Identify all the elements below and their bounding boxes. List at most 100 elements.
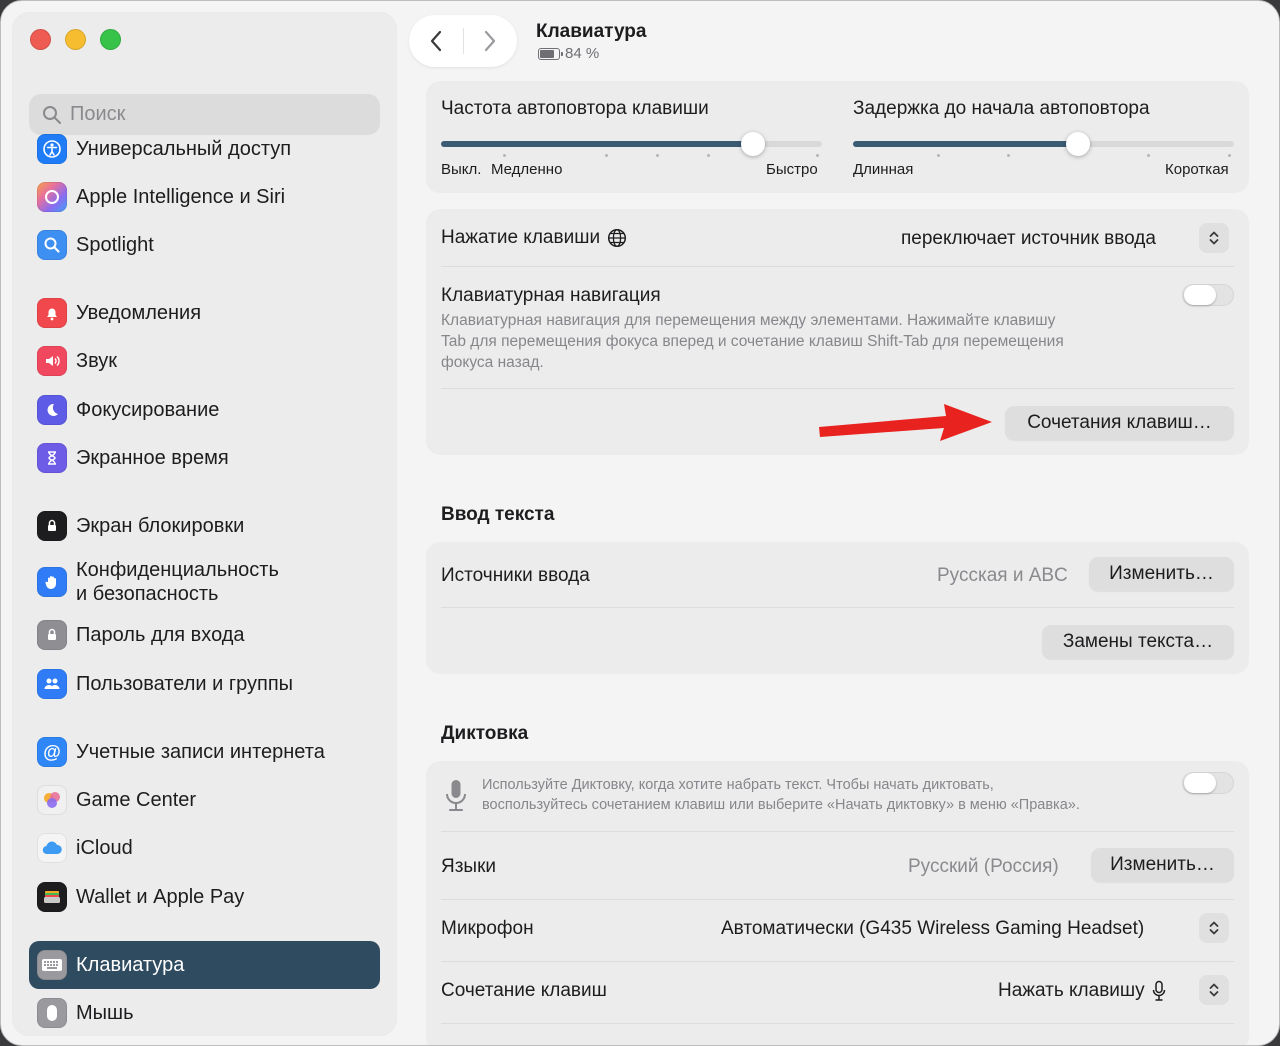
- keyboard-navigation-label: Клавиатурная навигация: [441, 285, 661, 306]
- sidebar-item-sound[interactable]: Звук: [29, 337, 380, 385]
- slider-knob[interactable]: [1066, 132, 1090, 156]
- keyboard-navigation-toggle[interactable]: [1182, 284, 1234, 306]
- microphone-value[interactable]: Автоматически (G435 Wireless Gaming Head…: [721, 918, 1144, 940]
- repeat-rate-slow-label: Медленно: [491, 161, 563, 178]
- search-placeholder: Поиск: [70, 103, 126, 125]
- sidebar-item-internet-accounts[interactable]: @ Учетные записи интернета: [29, 728, 380, 776]
- battery-percent: 84 %: [565, 45, 600, 62]
- input-sources-label: Источники ввода: [441, 565, 590, 586]
- sidebar-item-label: Универсальный доступ: [76, 138, 292, 160]
- key-press-row: Нажатие клавиши: [441, 227, 627, 249]
- sidebar-item-label: Уведомления: [76, 302, 202, 324]
- slider-fill: [441, 141, 753, 147]
- slider-tick: [816, 154, 819, 157]
- sidebar-item-label: Spotlight: [76, 234, 154, 256]
- microphone-icon: [446, 780, 466, 811]
- slider-tick: [1147, 154, 1150, 157]
- divider: [441, 607, 1234, 608]
- search-icon: [43, 105, 61, 124]
- divider: [441, 1023, 1234, 1024]
- slider-tick: [707, 154, 710, 157]
- apple-intelligence-icon: [37, 182, 67, 212]
- sidebar-item-accessibility[interactable]: Универсальный доступ: [29, 125, 380, 173]
- microphone-label: Микрофон: [441, 918, 534, 939]
- slider-fill: [853, 141, 1078, 147]
- repeat-rate-slider[interactable]: [441, 132, 822, 157]
- key-press-popup[interactable]: [1199, 223, 1229, 253]
- sidebar-item-label: Клавиатура: [76, 954, 185, 976]
- sidebar-item-label: Фокусирование: [76, 399, 220, 421]
- key-press-value[interactable]: переключает источник ввода: [901, 228, 1156, 250]
- dictation-toggle[interactable]: [1182, 772, 1234, 794]
- forward-button[interactable]: [463, 15, 517, 67]
- sidebar-item-screen-time[interactable]: Экранное время: [29, 434, 380, 482]
- repeat-rate-off-label: Выкл.: [441, 161, 482, 178]
- microphone-popup[interactable]: [1199, 913, 1229, 943]
- sidebar-item-label: Wallet и Apple Pay: [76, 886, 245, 908]
- privacy-hand-icon: [37, 567, 67, 597]
- divider: [441, 961, 1234, 962]
- settings-window: Поиск Универсальный доступ Apple Intelli…: [0, 0, 1280, 1046]
- sidebar-item-wallet[interactable]: Wallet и Apple Pay: [29, 873, 380, 921]
- navigation-buttons: [409, 15, 517, 67]
- sidebar-item-mouse[interactable]: Мышь: [29, 989, 380, 1037]
- divider: [441, 388, 1234, 389]
- dictation-heading: Диктовка: [441, 723, 529, 744]
- sidebar-item-label: Apple Intelligence и Siri: [76, 186, 286, 208]
- slider-tick: [937, 154, 940, 157]
- repeat-delay-long-label: Длинная: [853, 161, 914, 178]
- wallet-icon: [37, 882, 67, 912]
- sidebar-item-label: Конфиденциальность и безопасность: [76, 559, 279, 605]
- slider-tick: [1228, 154, 1231, 157]
- text-replacements-button[interactable]: Замены текста…: [1042, 625, 1234, 659]
- sidebar-item-password[interactable]: Пароль для входа: [29, 611, 380, 659]
- sidebar-item-notifications[interactable]: Уведомления: [29, 289, 380, 337]
- sidebar-item-game-center[interactable]: Game Center: [29, 776, 380, 824]
- sound-icon: [37, 346, 67, 376]
- dictation-shortcut-popup[interactable]: [1199, 975, 1229, 1005]
- repeat-delay-slider[interactable]: [853, 132, 1234, 157]
- microphone-key-icon: [1152, 980, 1165, 1001]
- zoom-window-button[interactable]: [100, 29, 121, 50]
- sidebar-item-label: Экран блокировки: [76, 515, 245, 537]
- accessibility-icon: [37, 134, 67, 164]
- sidebar-item-spotlight[interactable]: Spotlight: [29, 221, 380, 269]
- sidebar-item-apple-intelligence[interactable]: Apple Intelligence и Siri: [29, 173, 380, 221]
- slider-tick: [1007, 154, 1010, 157]
- sidebar-item-label: Game Center: [76, 789, 197, 811]
- focus-icon: [37, 395, 67, 425]
- dictation-shortcut-label: Сочетание клавиш: [441, 980, 607, 1001]
- keyboard-icon: [37, 950, 67, 980]
- spotlight-icon: [37, 230, 67, 260]
- slider-tick: [605, 154, 608, 157]
- sidebar-item-privacy[interactable]: Конфиденциальность и безопасность: [29, 556, 380, 608]
- mouse-icon: [37, 998, 67, 1028]
- minimize-window-button[interactable]: [65, 29, 86, 50]
- dictation-languages-edit-button[interactable]: Изменить…: [1091, 848, 1234, 882]
- back-button[interactable]: [409, 15, 463, 67]
- chevron-updown-icon: [1209, 231, 1219, 245]
- dictation-shortcut-value[interactable]: Нажать клавишу: [998, 980, 1167, 1002]
- sidebar-item-users[interactable]: Пользователи и группы: [29, 660, 380, 708]
- divider: [441, 266, 1234, 267]
- sidebar-item-label: Пользователи и группы: [76, 673, 294, 695]
- divider: [441, 899, 1234, 900]
- password-lock-icon: [37, 620, 67, 650]
- slider-knob[interactable]: [741, 132, 765, 156]
- sidebar-item-icloud[interactable]: iCloud: [29, 824, 380, 872]
- chevron-left-icon: [430, 30, 441, 52]
- battery-icon: [538, 47, 563, 60]
- key-press-label: Нажатие клавиши: [441, 227, 601, 248]
- sidebar-item-keyboard[interactable]: Клавиатура: [29, 941, 380, 989]
- sidebar-item-label: Звук: [76, 350, 118, 372]
- dictation-description: Используйте Диктовку, когда хотите набра…: [482, 777, 1080, 813]
- sidebar-item-label: iCloud: [76, 837, 133, 859]
- close-window-button[interactable]: [30, 29, 51, 50]
- keyboard-shortcuts-button[interactable]: Сочетания клавиш…: [1005, 406, 1234, 440]
- input-sources-edit-button[interactable]: Изменить…: [1089, 557, 1234, 591]
- sidebar-item-focus[interactable]: Фокусирование: [29, 386, 380, 434]
- dictation-languages-label: Языки: [441, 856, 497, 877]
- notifications-icon: [37, 298, 67, 328]
- slider-tick: [503, 154, 506, 157]
- sidebar-item-lock-screen[interactable]: Экран блокировки: [29, 502, 380, 550]
